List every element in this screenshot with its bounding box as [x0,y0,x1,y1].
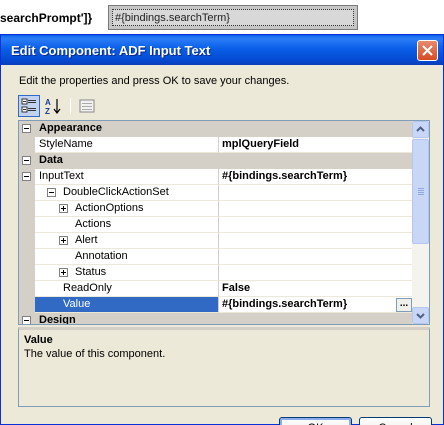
ellipsis-button[interactable]: ... [396,298,412,312]
property-grid[interactable]: Appearance StyleName mplQueryField Data Inpu… [18,120,430,325]
property-value[interactable] [219,249,413,265]
scroll-grip [418,194,424,195]
property-name: ReadOnly [35,281,219,297]
property-row[interactable]: InputText #{bindings.searchTerm} [19,169,413,185]
ok-button[interactable]: OK [279,417,352,425]
property-value[interactable] [219,265,413,281]
description-title: Value [24,334,53,346]
collapse-icon[interactable] [22,316,31,324]
property-category[interactable]: Design [19,313,413,325]
description-text: The value of this component. [24,348,166,360]
svg-text:Z: Z [45,107,50,116]
chevron-up-icon [416,126,425,132]
alphabetical-button[interactable]: A Z [42,95,64,117]
designer-input-value: #{bindings.searchTerm} [112,9,354,26]
code-fragment: searchPrompt']} [0,11,93,25]
property-value[interactable] [219,217,413,233]
property-row[interactable]: Alert [19,233,413,249]
dialog-client: Edit the properties and press OK to save… [4,65,440,425]
property-value[interactable]: #{bindings.searchTerm}... [219,297,413,313]
scroll-grip [418,188,424,189]
row-gutter [19,137,35,153]
property-name: Status [35,265,219,281]
close-icon [422,45,433,56]
row-gutter [19,249,35,265]
collapse-icon[interactable] [22,124,31,133]
description-pane: Value The value of this component. [18,327,430,407]
property-row[interactable]: StyleName mplQueryField [19,137,413,153]
categorized-button[interactable] [18,95,40,117]
property-row[interactable]: DoubleClickActionSet [19,185,413,201]
property-grid-scrollbar[interactable] [412,121,429,324]
property-pages-button[interactable] [76,95,98,117]
property-toolbar: A Z [18,95,428,117]
cancel-button[interactable]: Cancel [359,417,432,425]
edit-component-dialog: Edit Component: ADF Input Text Edit the … [0,34,444,425]
row-gutter [19,281,35,297]
property-value[interactable]: False [219,281,413,297]
scroll-grip [418,190,424,191]
property-pages-icon [79,99,95,113]
property-value[interactable] [219,201,413,217]
instructions-text: Edit the properties and press OK to save… [19,75,290,87]
row-gutter [19,217,35,233]
property-row[interactable]: Annotation [19,249,413,265]
row-gutter [19,201,35,217]
property-row[interactable]: Status [19,265,413,281]
svg-text:A: A [45,98,51,107]
property-name: InputText [35,169,219,185]
property-name: StyleName [35,137,219,153]
property-category[interactable]: Data [19,153,413,169]
property-value[interactable]: #{bindings.searchTerm} [219,169,413,185]
category-label: Design [39,314,76,325]
property-name: Alert [35,233,219,249]
property-row[interactable]: Value #{bindings.searchTerm}... [19,297,413,313]
designer-input-field[interactable]: #{bindings.searchTerm} [108,5,358,30]
property-category[interactable]: Appearance [19,121,413,137]
collapse-icon[interactable] [22,156,31,165]
property-row[interactable]: ActionOptions [19,201,413,217]
property-value[interactable] [219,233,413,249]
collapse-icon[interactable] [22,172,31,181]
scroll-up-button[interactable] [412,121,429,138]
scroll-thumb[interactable] [412,139,429,244]
chevron-down-icon [416,313,425,319]
scroll-down-button[interactable] [412,307,429,324]
property-name: ActionOptions [35,201,219,217]
property-value[interactable]: mplQueryField [219,137,413,153]
property-value[interactable] [219,185,413,201]
category-label: Data [39,154,63,166]
scroll-grip [418,192,424,193]
category-label: Appearance [39,122,102,134]
toolbar-separator [70,98,71,114]
close-button[interactable] [417,40,438,61]
row-gutter [19,265,35,281]
property-row[interactable]: Actions [19,217,413,233]
dialog-title: Edit Component: ADF Input Text [11,43,211,58]
dialog-titlebar[interactable]: Edit Component: ADF Input Text [1,35,443,65]
property-name: Actions [35,217,219,233]
row-gutter [19,185,35,201]
editor-background: searchPrompt']} #{bindings.searchTerm} [0,0,444,34]
property-name: DoubleClickActionSet [35,185,219,201]
alphabetical-sort-icon: A Z [45,98,61,116]
property-name: Value [35,297,219,313]
row-gutter [19,233,35,249]
property-name: Annotation [35,249,219,265]
property-row[interactable]: ReadOnly False [19,281,413,297]
categorized-view-icon [21,98,36,113]
row-gutter [19,297,35,313]
